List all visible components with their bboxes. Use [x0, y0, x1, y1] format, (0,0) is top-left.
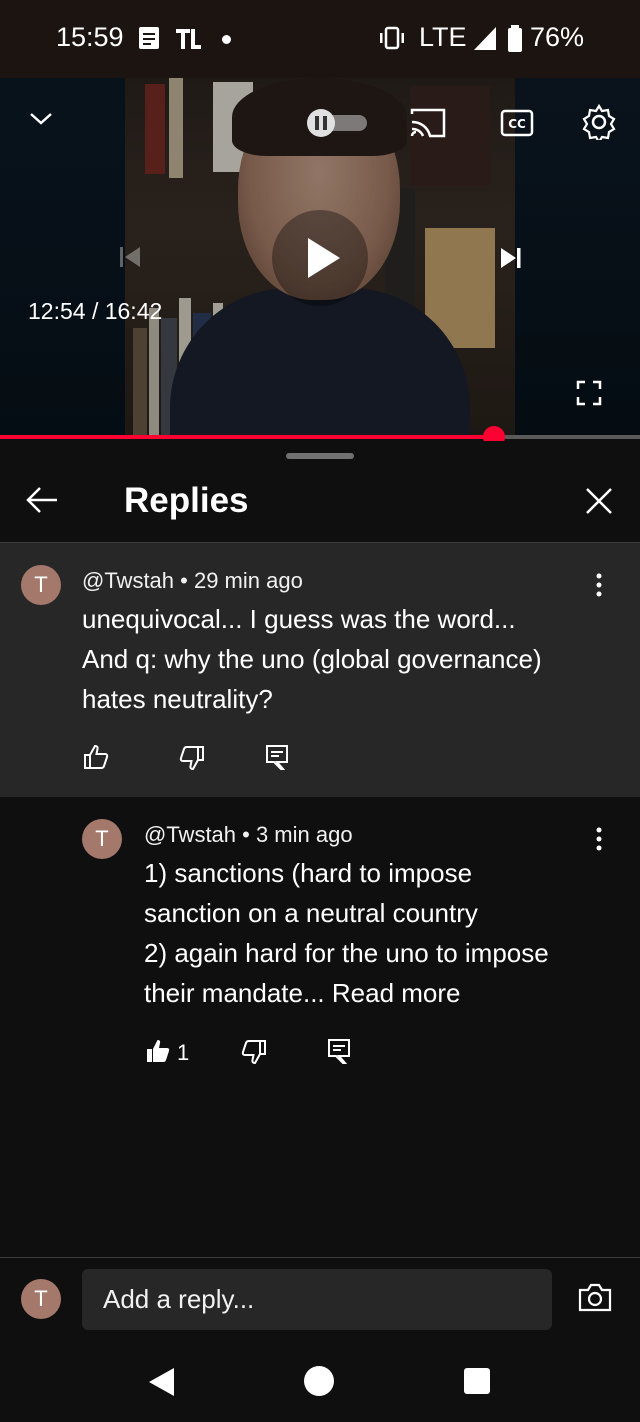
chevron-down-icon[interactable] — [28, 108, 54, 128]
status-time: 15:59 — [56, 22, 124, 52]
recents-nav-icon[interactable] — [464, 1368, 490, 1394]
back-nav-icon[interactable] — [146, 1366, 176, 1398]
comment-author[interactable]: @Twstah • 3 min ago — [144, 822, 353, 848]
notes-icon — [137, 24, 161, 52]
dot-icon — [222, 35, 231, 44]
comment-text: 1) sanctions (hard to impose sanction on… — [144, 853, 624, 1013]
news-icon — [174, 24, 204, 52]
close-icon[interactable] — [584, 486, 614, 516]
play-button[interactable] — [272, 210, 368, 306]
comment-text: unequivocal... I guess was the word... A… — [82, 599, 622, 719]
divider — [0, 1257, 640, 1258]
read-more-link[interactable]: Read more — [332, 978, 461, 1008]
comment-line: And q: why the uno (global governance) — [82, 644, 542, 674]
reply-input[interactable] — [82, 1269, 552, 1330]
progress-fill — [0, 435, 495, 439]
comment-line: 2) again hard for the uno to impose — [144, 938, 549, 968]
avatar[interactable]: T — [21, 565, 61, 605]
like-count: 1 — [177, 1040, 190, 1065]
like-icon[interactable] — [82, 743, 110, 771]
signal-icon — [472, 24, 498, 52]
comment-line: hates neutrality? — [82, 684, 273, 714]
pause-toggle-icon[interactable] — [305, 109, 369, 137]
reply-icon[interactable] — [264, 743, 290, 771]
reply-icon[interactable] — [326, 1037, 352, 1065]
network-type: LTE — [419, 22, 467, 52]
comment-author[interactable]: @Twstah • 29 min ago — [82, 568, 303, 594]
battery-icon — [506, 24, 524, 54]
previous-icon[interactable] — [118, 244, 144, 270]
comment-line: sanction on a neutral country — [144, 898, 478, 928]
avatar[interactable]: T — [82, 819, 122, 859]
comment-line: 1) sanctions (hard to impose — [144, 858, 473, 888]
comment-line: unequivocal... I guess was the word... — [82, 604, 516, 634]
comment-line: their mandate... Read more — [144, 973, 624, 1013]
cast-icon[interactable] — [409, 106, 447, 140]
cc-icon[interactable]: CC — [500, 108, 534, 138]
settings-icon[interactable] — [581, 104, 617, 140]
like-icon[interactable] — [144, 1037, 172, 1065]
dislike-icon[interactable] — [240, 1038, 268, 1066]
dislike-icon[interactable] — [178, 744, 206, 772]
battery-percent: 76% — [530, 22, 585, 52]
camera-icon[interactable] — [577, 1282, 613, 1314]
avatar: T — [21, 1279, 61, 1319]
next-icon[interactable] — [498, 245, 524, 271]
more-options-icon[interactable] — [590, 572, 608, 598]
play-icon — [308, 238, 340, 278]
drag-handle[interactable] — [286, 453, 354, 459]
back-arrow-icon[interactable] — [24, 484, 60, 516]
video-timecode: 12:54 / 16:42 — [28, 298, 163, 324]
more-options-icon[interactable] — [590, 826, 608, 852]
home-nav-icon[interactable] — [304, 1366, 334, 1396]
comment-line-text: their mandate... — [144, 978, 332, 1008]
vibrate-icon — [378, 24, 406, 52]
panel-title: Replies — [124, 481, 249, 520]
fullscreen-icon[interactable] — [576, 380, 602, 406]
svg-text:CC: CC — [508, 117, 526, 131]
